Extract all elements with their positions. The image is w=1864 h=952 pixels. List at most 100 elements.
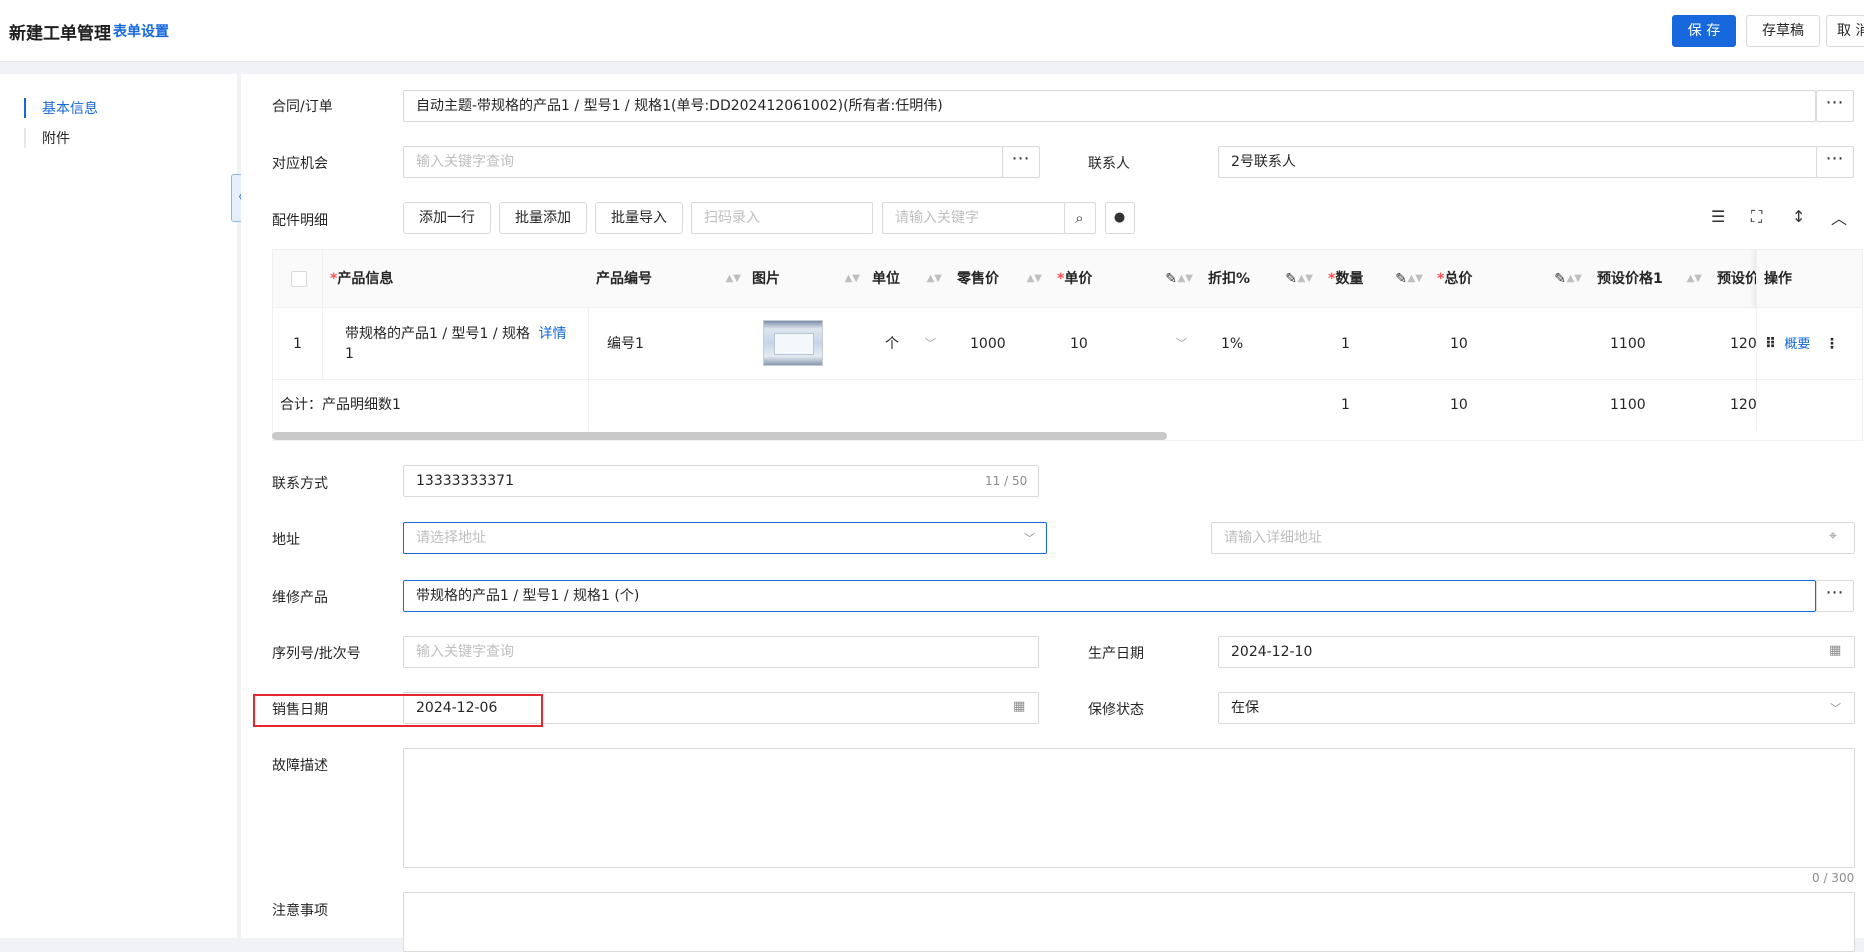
- product-code-cell: 编号1: [589, 308, 746, 380]
- contact-field[interactable]: 2号联系人: [1218, 146, 1817, 178]
- sort-icon: ▲▼: [1297, 273, 1313, 284]
- column-header-discount[interactable]: 折扣% ✎ ▲▼: [1201, 250, 1322, 308]
- summary-preset1: 1100: [1590, 380, 1711, 430]
- hint-button[interactable]: ●: [1105, 202, 1135, 234]
- column-header-preset-price1[interactable]: 预设价格1 ▲▼: [1590, 250, 1711, 308]
- product-name: 带规格的产品1 / 型号1 / 规格: [345, 326, 531, 342]
- address-detail-input[interactable]: 请输入详细地址: [1211, 522, 1855, 554]
- scan-input[interactable]: 扫码录入: [691, 202, 873, 234]
- form-settings-link[interactable]: 表单设置: [113, 21, 169, 41]
- edit-pencil-icon[interactable]: ✎: [1395, 250, 1407, 307]
- summary-cell: 合计：产品明细数1: [273, 380, 589, 430]
- sort-icon: ▲▼: [926, 273, 942, 284]
- column-header-quantity[interactable]: *数量 ✎ ▲▼: [1321, 250, 1432, 308]
- notes-textarea[interactable]: [403, 892, 1855, 952]
- total-cell[interactable]: 10: [1430, 308, 1591, 380]
- search-button[interactable]: ⌕: [1064, 202, 1096, 234]
- cancel-button[interactable]: 取 消: [1826, 15, 1864, 47]
- sort-icon: ▲▼: [1407, 273, 1423, 284]
- row-height-icon[interactable]: ☰: [1711, 207, 1725, 226]
- column-header-label: 操作: [1764, 271, 1792, 287]
- serial-field[interactable]: 输入关键字查询: [403, 636, 1039, 668]
- chevron-up-icon[interactable]: ︿: [1831, 205, 1847, 229]
- edit-pencil-icon[interactable]: ✎: [1165, 250, 1177, 307]
- edit-pencil-icon[interactable]: ✎: [1554, 250, 1566, 307]
- column-header-label: 图片: [752, 271, 780, 287]
- row-index: 1: [273, 308, 323, 380]
- expand-vertical-icon[interactable]: ↕: [1792, 207, 1805, 226]
- warranty-select[interactable]: 在保: [1218, 692, 1855, 724]
- opportunity-field[interactable]: 输入关键字查询: [403, 146, 1003, 178]
- contact-label: 联系人: [1088, 156, 1130, 172]
- product-detail-link[interactable]: 详情: [539, 326, 567, 342]
- column-header-image[interactable]: 图片 ▲▼: [745, 250, 869, 308]
- overview-link[interactable]: 概要: [1784, 337, 1810, 352]
- column-header-label: 单价: [1064, 271, 1093, 287]
- preset-price2-cell: 1200: [1710, 308, 1760, 380]
- table-horizontal-scrollbar[interactable]: [272, 432, 1167, 440]
- column-header-label: 折扣%: [1208, 271, 1251, 287]
- product-name-cont: 1: [345, 346, 354, 362]
- column-header-label: 总价: [1444, 271, 1473, 287]
- image-cell: [745, 308, 866, 380]
- edit-pencil-icon[interactable]: ✎: [1285, 250, 1297, 307]
- unit-cell[interactable]: 个 ﹀: [865, 308, 951, 380]
- section-nav: 基本信息 附件: [0, 74, 237, 938]
- column-header-retail-price[interactable]: 零售价 ▲▼: [950, 250, 1051, 308]
- annotation-highlight-box: [253, 694, 543, 727]
- top-bar: 新建工单管理 表单设置 保 存 存草稿 取 消: [0, 0, 1864, 62]
- address-select[interactable]: 请选择地址: [403, 522, 1047, 554]
- batch-import-button[interactable]: 批量导入: [595, 202, 683, 234]
- repair-product-field[interactable]: 带规格的产品1 / 型号1 / 规格1 (个): [403, 580, 1816, 612]
- column-header-label: 预设价: [1717, 271, 1759, 287]
- more-vertical-icon[interactable]: ⋮: [1825, 336, 1839, 352]
- contract-more-button[interactable]: ⋯: [1816, 90, 1854, 122]
- fault-char-counter: 0 / 300: [1812, 871, 1855, 885]
- chevron-down-icon: ﹀: [1830, 702, 1841, 715]
- phone-label: 联系方式: [272, 476, 328, 492]
- column-header-preset-price2[interactable]: 预设价: [1710, 250, 1760, 308]
- more-dots-icon: ⋯: [1825, 148, 1845, 169]
- column-header-product-code[interactable]: 产品编号 ▲▼: [589, 250, 750, 308]
- summary-total: 10: [1430, 380, 1591, 430]
- save-draft-button[interactable]: 存草稿: [1746, 15, 1820, 47]
- table-row-product-cell: 带规格的产品1 / 型号1 / 规格 详情 1: [323, 308, 589, 380]
- parts-label: 配件明细: [272, 213, 328, 229]
- unit-price-cell[interactable]: 10 ﹀: [1050, 308, 1202, 380]
- fullscreen-icon[interactable]: ⛶: [1751, 207, 1762, 227]
- quantity-cell[interactable]: 1: [1321, 308, 1432, 380]
- more-dots-icon: ⋯: [1011, 148, 1031, 169]
- column-header-label: 产品信息: [337, 271, 394, 287]
- phone-field[interactable]: 13333333371: [403, 465, 1039, 497]
- chevron-down-icon: ﹀: [1024, 532, 1035, 545]
- opportunity-more-button[interactable]: ⋯: [1002, 146, 1040, 178]
- search-icon: ⌕: [1075, 209, 1085, 227]
- summary-empty: [1050, 380, 1202, 430]
- column-header-unit-price[interactable]: *单价 ✎ ▲▼: [1050, 250, 1202, 308]
- repair-product-more-button[interactable]: ⋯: [1816, 580, 1854, 612]
- contract-label: 合同/订单: [272, 99, 333, 115]
- parts-search-input[interactable]: 请输入关键字: [882, 202, 1065, 234]
- contract-field[interactable]: 自动主题-带规格的产品1 / 型号1 / 规格1(单号:DD2024120610…: [403, 90, 1816, 122]
- location-pin-icon[interactable]: ⌖: [1829, 528, 1837, 544]
- fault-textarea[interactable]: [403, 748, 1855, 868]
- column-header-label: 预设价格1: [1597, 271, 1663, 287]
- sort-icon: ▲▼: [1177, 273, 1193, 284]
- select-all-checkbox[interactable]: [291, 271, 307, 287]
- unit-value: 个: [885, 336, 899, 352]
- nav-item-attachments[interactable]: 附件: [24, 128, 70, 148]
- product-thumbnail[interactable]: [763, 320, 823, 366]
- column-header-actions: 操作: [1756, 250, 1862, 308]
- add-row-button[interactable]: 添加一行: [403, 202, 491, 234]
- discount-cell[interactable]: 1%: [1201, 308, 1322, 380]
- summary-empty: [1201, 380, 1322, 430]
- production-date-field[interactable]: 2024-12-10: [1218, 636, 1855, 668]
- nav-item-basic-info[interactable]: 基本信息: [24, 98, 98, 118]
- batch-add-button[interactable]: 批量添加: [499, 202, 587, 234]
- contact-more-button[interactable]: ⋯: [1816, 146, 1854, 178]
- save-button[interactable]: 保 存: [1672, 15, 1736, 47]
- production-date-label: 生产日期: [1088, 646, 1144, 662]
- column-header-total[interactable]: *总价 ✎ ▲▼: [1430, 250, 1591, 308]
- column-header-unit[interactable]: 单位 ▲▼: [865, 250, 951, 308]
- drag-handle-icon[interactable]: ⠿: [1765, 336, 1776, 352]
